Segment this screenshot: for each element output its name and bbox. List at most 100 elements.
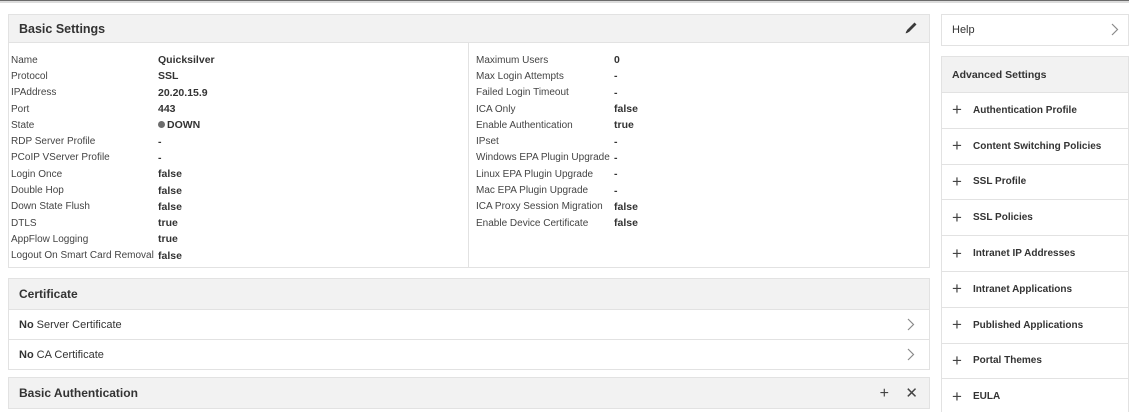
- property-label: Enable Authentication: [476, 119, 573, 131]
- chevron-right-icon: [907, 318, 915, 331]
- property-label: Name: [11, 54, 38, 66]
- property-value: SSL: [158, 70, 179, 83]
- property-row: Failed Login Timeout -: [476, 85, 929, 101]
- plus-icon: +: [952, 315, 962, 335]
- pencil-icon[interactable]: [903, 20, 919, 36]
- property-value: false: [614, 200, 638, 213]
- basic-settings-title: Basic Settings: [19, 21, 106, 36]
- help-button[interactable]: Help: [941, 14, 1129, 46]
- advanced-item-ssl-policies[interactable]: + SSL Policies: [941, 200, 1129, 237]
- basic-settings-header: Basic Settings: [8, 14, 930, 43]
- advanced-settings-title: Advanced Settings: [952, 68, 1047, 81]
- right-sidebar: Help Advanced Settings + Authentication P…: [941, 14, 1129, 412]
- advanced-item-eula[interactable]: + EULA: [941, 379, 1129, 412]
- advanced-item-intranet-ip-addresses[interactable]: + Intranet IP Addresses: [941, 236, 1129, 272]
- property-value: false: [158, 200, 182, 213]
- property-label: ICA Only: [476, 103, 516, 115]
- property-row: Maximum Users 0: [476, 52, 929, 68]
- property-value: true: [158, 233, 178, 246]
- property-row: Double Hop false: [11, 182, 468, 198]
- property-label: Windows EPA Plugin Upgrade: [476, 152, 610, 164]
- basic-settings-properties: Name Quicksilver Protocol SSL IPAddress 20.…: [8, 43, 930, 268]
- property-value: 0: [614, 54, 620, 67]
- advanced-item-label: Portal Themes: [973, 355, 1042, 367]
- plus-icon: +: [952, 171, 962, 191]
- property-value: false: [158, 249, 182, 262]
- property-value: false: [614, 103, 638, 116]
- property-label: IPset: [476, 136, 499, 148]
- plus-icon: +: [952, 207, 962, 227]
- add-authentication-plus-icon[interactable]: +: [880, 386, 889, 402]
- property-label: Enable Device Certificate: [476, 217, 589, 229]
- property-label: State: [11, 119, 35, 131]
- advanced-item-intranet-applications[interactable]: + Intranet Applications: [941, 271, 1129, 308]
- property-value: -: [614, 168, 618, 181]
- property-label: ICA Proxy Session Migration: [476, 201, 603, 213]
- advanced-item-label: SSL Policies: [973, 212, 1033, 224]
- advanced-settings-header: Advanced Settings: [941, 56, 1129, 93]
- plus-icon: +: [952, 243, 962, 263]
- property-row: Port 443: [11, 101, 468, 117]
- property-row: AppFlow Logging true: [11, 231, 468, 247]
- advanced-item-authentication-profile[interactable]: + Authentication Profile: [941, 93, 1129, 129]
- property-label: Login Once: [11, 168, 63, 180]
- basic-authentication-title: Basic Authentication: [19, 386, 138, 400]
- basic-authentication-header: Basic Authentication + ✕: [8, 377, 930, 409]
- property-value: true: [158, 217, 178, 230]
- property-row: Enable Device Certificate false: [476, 215, 929, 231]
- advanced-item-label: Intranet Applications: [973, 283, 1073, 295]
- certificate-label: Server Certificate: [36, 318, 122, 331]
- advanced-item-label: Content Switching Policies: [973, 140, 1102, 152]
- advanced-item-portal-themes[interactable]: + Portal Themes: [941, 343, 1129, 380]
- property-label: Logout On Smart Card Removal: [11, 250, 154, 262]
- property-value: Quicksilver: [158, 54, 215, 67]
- close-icon[interactable]: ✕: [905, 386, 918, 402]
- certificate-header: Certificate: [8, 278, 930, 310]
- state-value: DOWN: [158, 119, 200, 131]
- property-row: Protocol SSL: [11, 68, 468, 84]
- property-label: Mac EPA Plugin Upgrade: [476, 185, 589, 197]
- property-value: -: [614, 135, 618, 148]
- property-value: false: [158, 168, 182, 181]
- main-content: Basic Settings Name Quicksilver Protocol S…: [8, 14, 930, 412]
- property-row: IPAddress 20.20.15.9: [11, 85, 468, 101]
- state-text: DOWN: [167, 119, 201, 132]
- property-label: Port: [11, 103, 30, 115]
- certificate-label: CA Certificate: [36, 348, 104, 361]
- plus-icon: +: [952, 100, 962, 120]
- property-value: -: [614, 86, 618, 99]
- property-value: -: [614, 151, 618, 164]
- server-certificate-row[interactable]: No Server Certificate: [8, 310, 930, 340]
- certificate-title: Certificate: [19, 287, 78, 301]
- advanced-item-published-applications[interactable]: + Published Applications: [941, 307, 1129, 344]
- property-value: 443: [158, 103, 176, 116]
- advanced-item-content-switching-policies[interactable]: + Content Switching Policies: [941, 128, 1129, 165]
- property-label: Down State Flush: [11, 201, 90, 213]
- property-label: DTLS: [11, 217, 37, 229]
- property-row: State DOWN: [11, 117, 468, 133]
- property-label: Maximum Users: [476, 54, 549, 66]
- certificate-count: No: [19, 348, 34, 361]
- property-label: PCoIP VServer Profile: [11, 152, 110, 164]
- status-dot-icon: [158, 121, 165, 129]
- property-row: Mac EPA Plugin Upgrade -: [476, 182, 929, 198]
- property-row: ICA Proxy Session Migration false: [476, 199, 929, 215]
- property-row: Windows EPA Plugin Upgrade -: [476, 150, 929, 166]
- property-label: Max Login Attempts: [476, 70, 564, 82]
- property-row: Enable Authentication true: [476, 117, 929, 133]
- property-row: Max Login Attempts -: [476, 68, 929, 84]
- advanced-item-label: EULA: [973, 391, 1001, 403]
- ca-certificate-row[interactable]: No CA Certificate: [8, 340, 930, 370]
- property-label: RDP Server Profile: [11, 136, 96, 148]
- property-row: DTLS true: [11, 215, 468, 231]
- chevron-right-icon: [907, 348, 915, 361]
- advanced-item-ssl-profile[interactable]: + SSL Profile: [941, 164, 1129, 201]
- property-value: -: [158, 151, 162, 164]
- properties-left-column: Name Quicksilver Protocol SSL IPAddress 20.…: [9, 43, 469, 267]
- plus-icon: +: [952, 386, 962, 406]
- property-label: AppFlow Logging: [11, 233, 89, 245]
- chevron-right-icon: [1111, 23, 1119, 36]
- property-value: false: [158, 184, 182, 197]
- certificate-count: No: [19, 318, 34, 331]
